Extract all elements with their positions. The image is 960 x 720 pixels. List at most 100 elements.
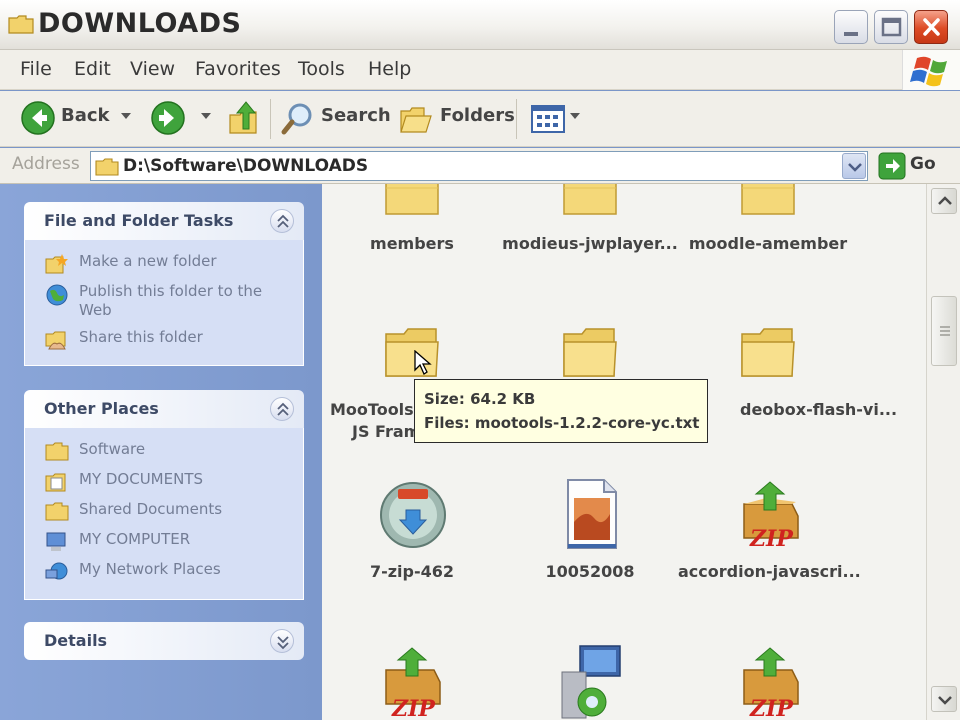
back-arrow-icon[interactable] bbox=[20, 100, 56, 136]
file-name: deobox-flash-vi... bbox=[740, 400, 898, 419]
toolbar-separator bbox=[270, 99, 271, 139]
chevron-down-icon bbox=[848, 163, 862, 172]
folder-item[interactable]: modieus-jwplayer... bbox=[500, 184, 680, 254]
place-label: My Network Places bbox=[79, 560, 221, 578]
folder-icon bbox=[45, 442, 69, 461]
panel-header[interactable]: File and Folder Tasks bbox=[24, 202, 304, 240]
task-make-new-folder[interactable]: Make a new folder bbox=[25, 252, 303, 282]
file-item-10052008[interactable]: 10052008 bbox=[500, 479, 680, 590]
menu-help[interactable]: Help bbox=[368, 58, 411, 80]
folder-item[interactable]: members bbox=[322, 184, 502, 254]
place-software[interactable]: Software bbox=[25, 440, 303, 470]
chevron-down-icon bbox=[277, 636, 289, 650]
views-icon[interactable] bbox=[530, 103, 566, 135]
place-my-computer[interactable]: MY COMPUTER bbox=[25, 530, 303, 560]
minimize-button[interactable] bbox=[834, 10, 868, 44]
search-button[interactable]: Search bbox=[321, 105, 391, 126]
task-publish-web[interactable]: Publish this folder to the Web bbox=[25, 282, 303, 328]
scroll-up-button[interactable] bbox=[931, 188, 957, 214]
place-label: MY DOCUMENTS bbox=[79, 470, 204, 488]
panel-body: Software MY DOCUMENTS Shared Documents M… bbox=[24, 428, 304, 600]
panel-body: Make a new folder Publish this folder to… bbox=[24, 240, 304, 366]
place-my-documents[interactable]: MY DOCUMENTS bbox=[25, 470, 303, 500]
go-arrow-icon[interactable] bbox=[878, 152, 906, 180]
place-my-network-places[interactable]: My Network Places bbox=[25, 560, 303, 590]
title-bar[interactable]: DOWNLOADS bbox=[0, 0, 960, 50]
address-label: Address bbox=[12, 154, 80, 174]
vertical-scrollbar[interactable] bbox=[926, 184, 960, 720]
zip-file-item[interactable]: ZIP bbox=[678, 646, 858, 720]
network-places-icon bbox=[45, 562, 68, 580]
menu-favorites[interactable]: Favorites bbox=[195, 58, 281, 80]
my-computer-icon bbox=[46, 532, 66, 551]
setup-installer-icon bbox=[561, 645, 621, 719]
place-label: Software bbox=[79, 440, 146, 458]
task-label: Publish this folder to the bbox=[79, 282, 263, 300]
file-item-7zip[interactable]: 7-zip-462 bbox=[322, 480, 502, 590]
folders-icon[interactable] bbox=[398, 103, 434, 135]
place-shared-documents[interactable]: Shared Documents bbox=[25, 500, 303, 530]
address-dropdown-button[interactable] bbox=[842, 153, 866, 179]
publish-web-icon bbox=[46, 284, 68, 306]
collapse-button[interactable] bbox=[270, 209, 294, 233]
maximize-button[interactable] bbox=[874, 10, 908, 44]
views-dropdown[interactable] bbox=[570, 113, 580, 119]
place-label: Shared Documents bbox=[79, 500, 223, 518]
folder-icon bbox=[95, 158, 119, 176]
scroll-down-button[interactable] bbox=[931, 686, 957, 712]
chevron-up-icon bbox=[277, 214, 289, 228]
up-folder-icon[interactable] bbox=[226, 99, 262, 137]
back-button[interactable]: Back bbox=[61, 105, 110, 126]
menu-tools[interactable]: Tools bbox=[298, 58, 345, 80]
folders-button[interactable]: Folders bbox=[440, 105, 515, 126]
file-name: accordion-javascri... bbox=[678, 562, 861, 581]
chevron-up-icon bbox=[938, 196, 952, 205]
installer-disc-icon bbox=[380, 482, 446, 548]
toolbar-separator bbox=[516, 99, 517, 139]
folder-icon bbox=[563, 328, 617, 377]
task-share-folder[interactable]: Share this folder bbox=[25, 328, 303, 358]
place-label: MY COMPUTER bbox=[79, 530, 191, 548]
menu-file[interactable]: File bbox=[20, 58, 52, 80]
file-list-view[interactable]: members modieus-jwplayer... moodle-amemb… bbox=[322, 184, 926, 720]
tooltip-files: Files: mootools-1.2.2-core-yc.txt bbox=[424, 414, 700, 432]
windows-flag-icon bbox=[910, 56, 947, 87]
svg-text:ZIP: ZIP bbox=[391, 696, 436, 720]
panel-title: Details bbox=[44, 631, 108, 650]
toolbar: Back Search Folders bbox=[0, 91, 960, 147]
collapse-button[interactable] bbox=[270, 397, 294, 421]
back-history-dropdown[interactable] bbox=[121, 113, 131, 119]
task-label-continued: Web bbox=[79, 301, 112, 319]
folder-icon bbox=[385, 328, 439, 377]
zip-archive-icon: ZIP bbox=[743, 481, 799, 550]
scrollbar-thumb[interactable] bbox=[931, 296, 957, 366]
address-bar: Address D:\Software\DOWNLOADS Go bbox=[0, 148, 960, 184]
folder-icon bbox=[8, 15, 34, 34]
address-input[interactable]: D:\Software\DOWNLOADS bbox=[90, 151, 868, 181]
menu-view[interactable]: View bbox=[130, 58, 175, 80]
expand-button[interactable] bbox=[270, 629, 294, 653]
forward-history-dropdown[interactable] bbox=[201, 113, 211, 119]
other-places-panel: Other Places Software MY DOCUMENTS Share… bbox=[24, 390, 304, 600]
panel-title: Other Places bbox=[44, 399, 159, 418]
folder-item[interactable]: moodle-amember bbox=[678, 184, 858, 254]
panel-header[interactable]: Details bbox=[24, 622, 304, 660]
setup-file-item[interactable] bbox=[500, 642, 680, 720]
image-file-icon bbox=[567, 479, 617, 549]
task-label: Make a new folder bbox=[79, 252, 217, 270]
menu-edit[interactable]: Edit bbox=[74, 58, 111, 80]
svg-text:ZIP: ZIP bbox=[749, 696, 794, 720]
zip-file-item[interactable]: ZIP bbox=[322, 646, 502, 720]
menu-bar: File Edit View Favorites Tools Help bbox=[0, 50, 960, 90]
file-item-accordion-zip[interactable]: ZIP accordion-javascri... bbox=[678, 480, 861, 590]
file-name: 10052008 bbox=[545, 562, 635, 581]
search-icon[interactable] bbox=[280, 101, 316, 137]
forward-arrow-icon[interactable] bbox=[150, 100, 186, 136]
tooltip-size: Size: 64.2 KB bbox=[424, 390, 536, 408]
folder-icon bbox=[563, 184, 617, 215]
panel-header[interactable]: Other Places bbox=[24, 390, 304, 428]
close-button[interactable] bbox=[914, 10, 948, 44]
mouse-cursor-icon bbox=[414, 350, 432, 375]
go-button[interactable]: Go bbox=[910, 154, 936, 174]
task-pane: File and Folder Tasks Make a new folder … bbox=[0, 184, 322, 720]
